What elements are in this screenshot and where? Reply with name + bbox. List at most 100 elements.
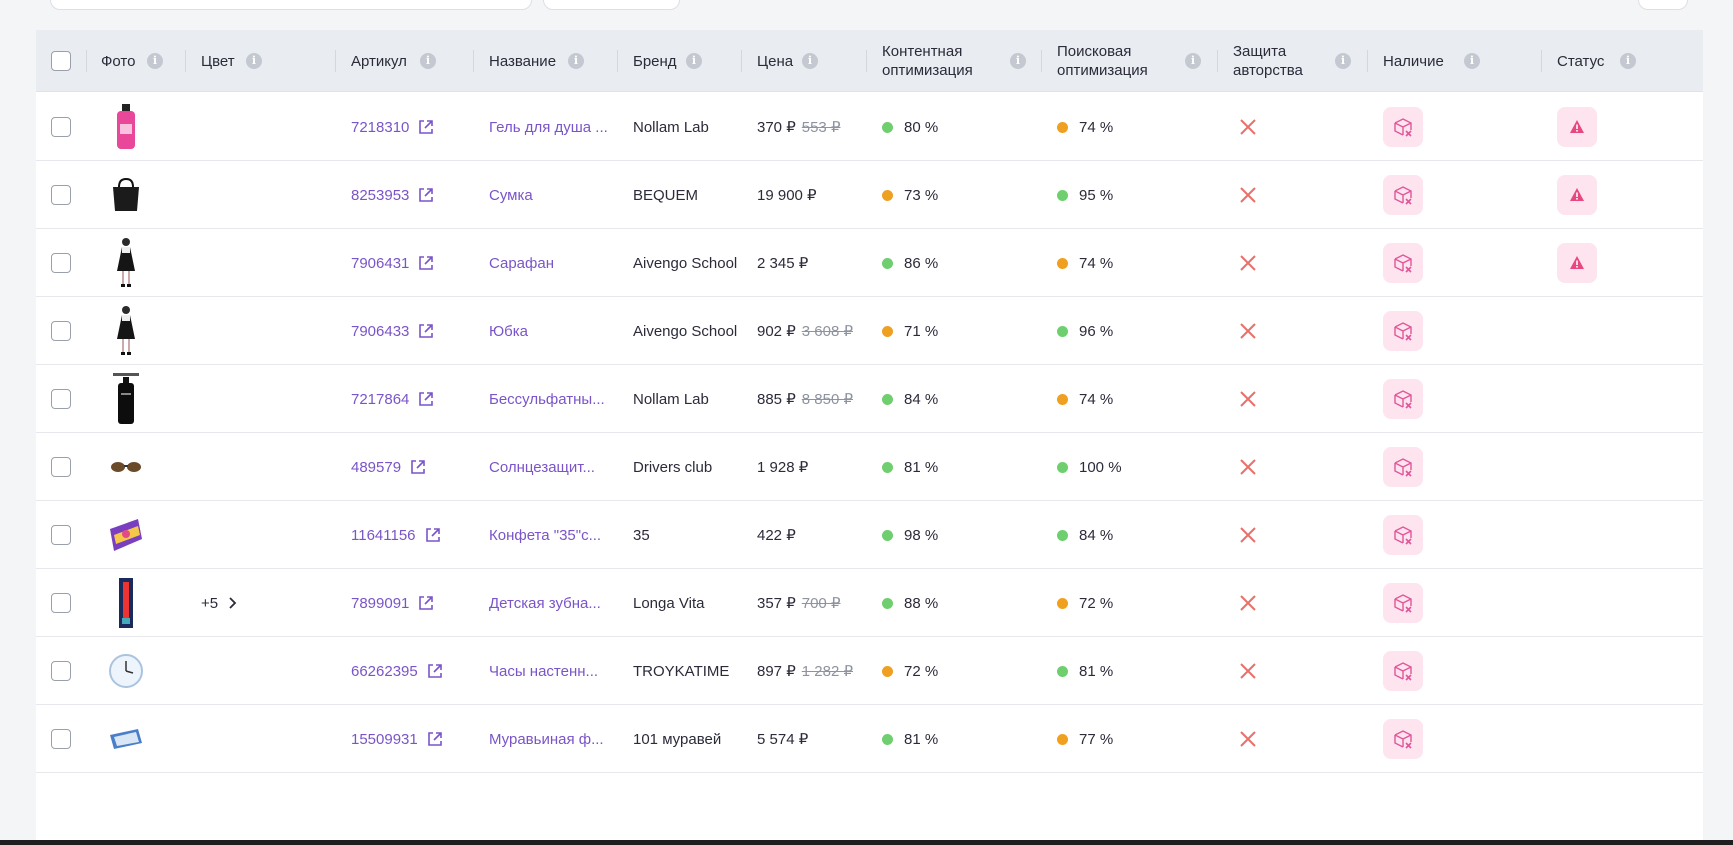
product-photo[interactable]	[106, 161, 146, 229]
product-photo[interactable]	[106, 705, 146, 773]
article-link[interactable]: 7218310	[351, 119, 409, 136]
name-cell[interactable]: Гель для душа ...	[489, 93, 608, 161]
status-warning-button[interactable]	[1557, 243, 1597, 283]
product-photo[interactable]	[106, 229, 146, 297]
info-icon[interactable]: i	[1620, 53, 1636, 69]
product-thumbnail[interactable]	[106, 505, 146, 565]
table-row[interactable]: +5 7899091 Детская зубна... Longa Vita 3…	[36, 569, 1703, 637]
chevron-right-icon[interactable]	[226, 596, 240, 610]
product-name-link[interactable]: Сарафан	[489, 255, 554, 272]
name-cell[interactable]: Бессульфатны...	[489, 365, 605, 433]
info-icon[interactable]: i	[1464, 53, 1480, 69]
article-cell[interactable]: 11641156	[351, 501, 442, 569]
external-link-icon[interactable]	[417, 322, 435, 340]
product-photo[interactable]	[106, 93, 146, 161]
product-name-link[interactable]: Сумка	[489, 187, 533, 204]
external-link-icon[interactable]	[417, 118, 435, 136]
info-icon[interactable]: i	[420, 53, 436, 69]
availability-button[interactable]	[1383, 175, 1423, 215]
info-icon[interactable]: i	[686, 53, 702, 69]
product-thumbnail[interactable]	[106, 97, 146, 157]
article-link[interactable]: 66262395	[351, 663, 418, 680]
row-checkbox[interactable]	[51, 661, 71, 681]
product-thumbnail[interactable]	[106, 437, 146, 497]
availability-button[interactable]	[1383, 379, 1423, 419]
article-link[interactable]: 489579	[351, 459, 401, 476]
external-link-icon[interactable]	[417, 594, 435, 612]
select-all-checkbox[interactable]	[51, 51, 71, 71]
name-cell[interactable]: Муравьиная ф...	[489, 705, 604, 773]
name-cell[interactable]: Часы настенн...	[489, 637, 598, 705]
availability-button[interactable]	[1383, 107, 1423, 147]
article-cell[interactable]: 66262395	[351, 637, 444, 705]
name-cell[interactable]: Сарафан	[489, 229, 554, 297]
article-link[interactable]: 7906433	[351, 323, 409, 340]
row-checkbox[interactable]	[51, 389, 71, 409]
availability-button[interactable]	[1383, 243, 1423, 283]
row-checkbox[interactable]	[51, 117, 71, 137]
external-link-icon[interactable]	[424, 526, 442, 544]
article-link[interactable]: 15509931	[351, 731, 418, 748]
settings-button[interactable]	[1638, 0, 1688, 10]
external-link-icon[interactable]	[426, 662, 444, 680]
product-name-link[interactable]: Юбка	[489, 323, 528, 340]
availability-button[interactable]	[1383, 311, 1423, 351]
article-cell[interactable]: 7217864	[351, 365, 435, 433]
external-link-icon[interactable]	[417, 390, 435, 408]
external-link-icon[interactable]	[417, 254, 435, 272]
color-more[interactable]: +5	[201, 569, 240, 637]
article-cell[interactable]: 7906431	[351, 229, 435, 297]
row-checkbox[interactable]	[51, 525, 71, 545]
product-name-link[interactable]: Муравьиная ф...	[489, 731, 604, 748]
name-cell[interactable]: Сумка	[489, 161, 533, 229]
info-icon[interactable]: i	[802, 53, 818, 69]
info-icon[interactable]: i	[246, 53, 262, 69]
product-name-link[interactable]: Часы настенн...	[489, 663, 598, 680]
table-row[interactable]: 7906433 Юбка Aivengo School 902 ₽ 3 608 …	[36, 297, 1703, 365]
product-photo[interactable]	[106, 365, 146, 433]
name-cell[interactable]: Юбка	[489, 297, 528, 365]
product-thumbnail[interactable]	[106, 301, 146, 361]
row-checkbox[interactable]	[51, 321, 71, 341]
availability-button[interactable]	[1383, 651, 1423, 691]
product-photo[interactable]	[106, 501, 146, 569]
external-link-icon[interactable]	[426, 730, 444, 748]
info-icon[interactable]: i	[568, 53, 584, 69]
product-photo[interactable]	[106, 569, 146, 637]
name-cell[interactable]: Детская зубна...	[489, 569, 601, 637]
availability-button[interactable]	[1383, 515, 1423, 555]
article-cell[interactable]: 7218310	[351, 93, 435, 161]
product-name-link[interactable]: Гель для душа ...	[489, 119, 608, 136]
article-link[interactable]: 7899091	[351, 595, 409, 612]
product-name-link[interactable]: Бессульфатны...	[489, 391, 605, 408]
row-checkbox[interactable]	[51, 593, 71, 613]
table-row[interactable]: 11641156 Конфета "35"с... 35 422 ₽ 98 % …	[36, 501, 1703, 569]
info-icon[interactable]: i	[1335, 53, 1351, 69]
article-link[interactable]: 7217864	[351, 391, 409, 408]
table-row[interactable]: 15509931 Муравьиная ф... 101 муравей 5 5…	[36, 705, 1703, 773]
table-row[interactable]: 7218310 Гель для душа ... Nollam Lab 370…	[36, 93, 1703, 161]
article-cell[interactable]: 8253953	[351, 161, 435, 229]
product-name-link[interactable]: Конфета "35"с...	[489, 527, 601, 544]
product-name-link[interactable]: Солнцезащит...	[489, 459, 595, 476]
filter-button[interactable]	[543, 0, 680, 10]
external-link-icon[interactable]	[417, 186, 435, 204]
article-cell[interactable]: 15509931	[351, 705, 444, 773]
row-checkbox[interactable]	[51, 457, 71, 477]
color-more-count[interactable]: +5	[201, 595, 218, 612]
table-row[interactable]: 7217864 Бессульфатны... Nollam Lab 885 ₽…	[36, 365, 1703, 433]
status-warning-button[interactable]	[1557, 175, 1597, 215]
article-link[interactable]: 11641156	[351, 527, 416, 544]
product-photo[interactable]	[106, 637, 146, 705]
product-photo[interactable]	[106, 433, 146, 501]
product-name-link[interactable]: Детская зубна...	[489, 595, 601, 612]
row-checkbox[interactable]	[51, 729, 71, 749]
availability-button[interactable]	[1383, 583, 1423, 623]
table-row[interactable]: 66262395 Часы настенн... TROYKATIME 897 …	[36, 637, 1703, 705]
info-icon[interactable]: i	[147, 53, 163, 69]
table-row[interactable]: 8253953 Сумка BEQUEM 19 900 ₽ 73 % 95 %	[36, 161, 1703, 229]
product-thumbnail[interactable]	[106, 709, 146, 769]
external-link-icon[interactable]	[409, 458, 427, 476]
row-checkbox[interactable]	[51, 185, 71, 205]
info-icon[interactable]: i	[1185, 53, 1201, 69]
